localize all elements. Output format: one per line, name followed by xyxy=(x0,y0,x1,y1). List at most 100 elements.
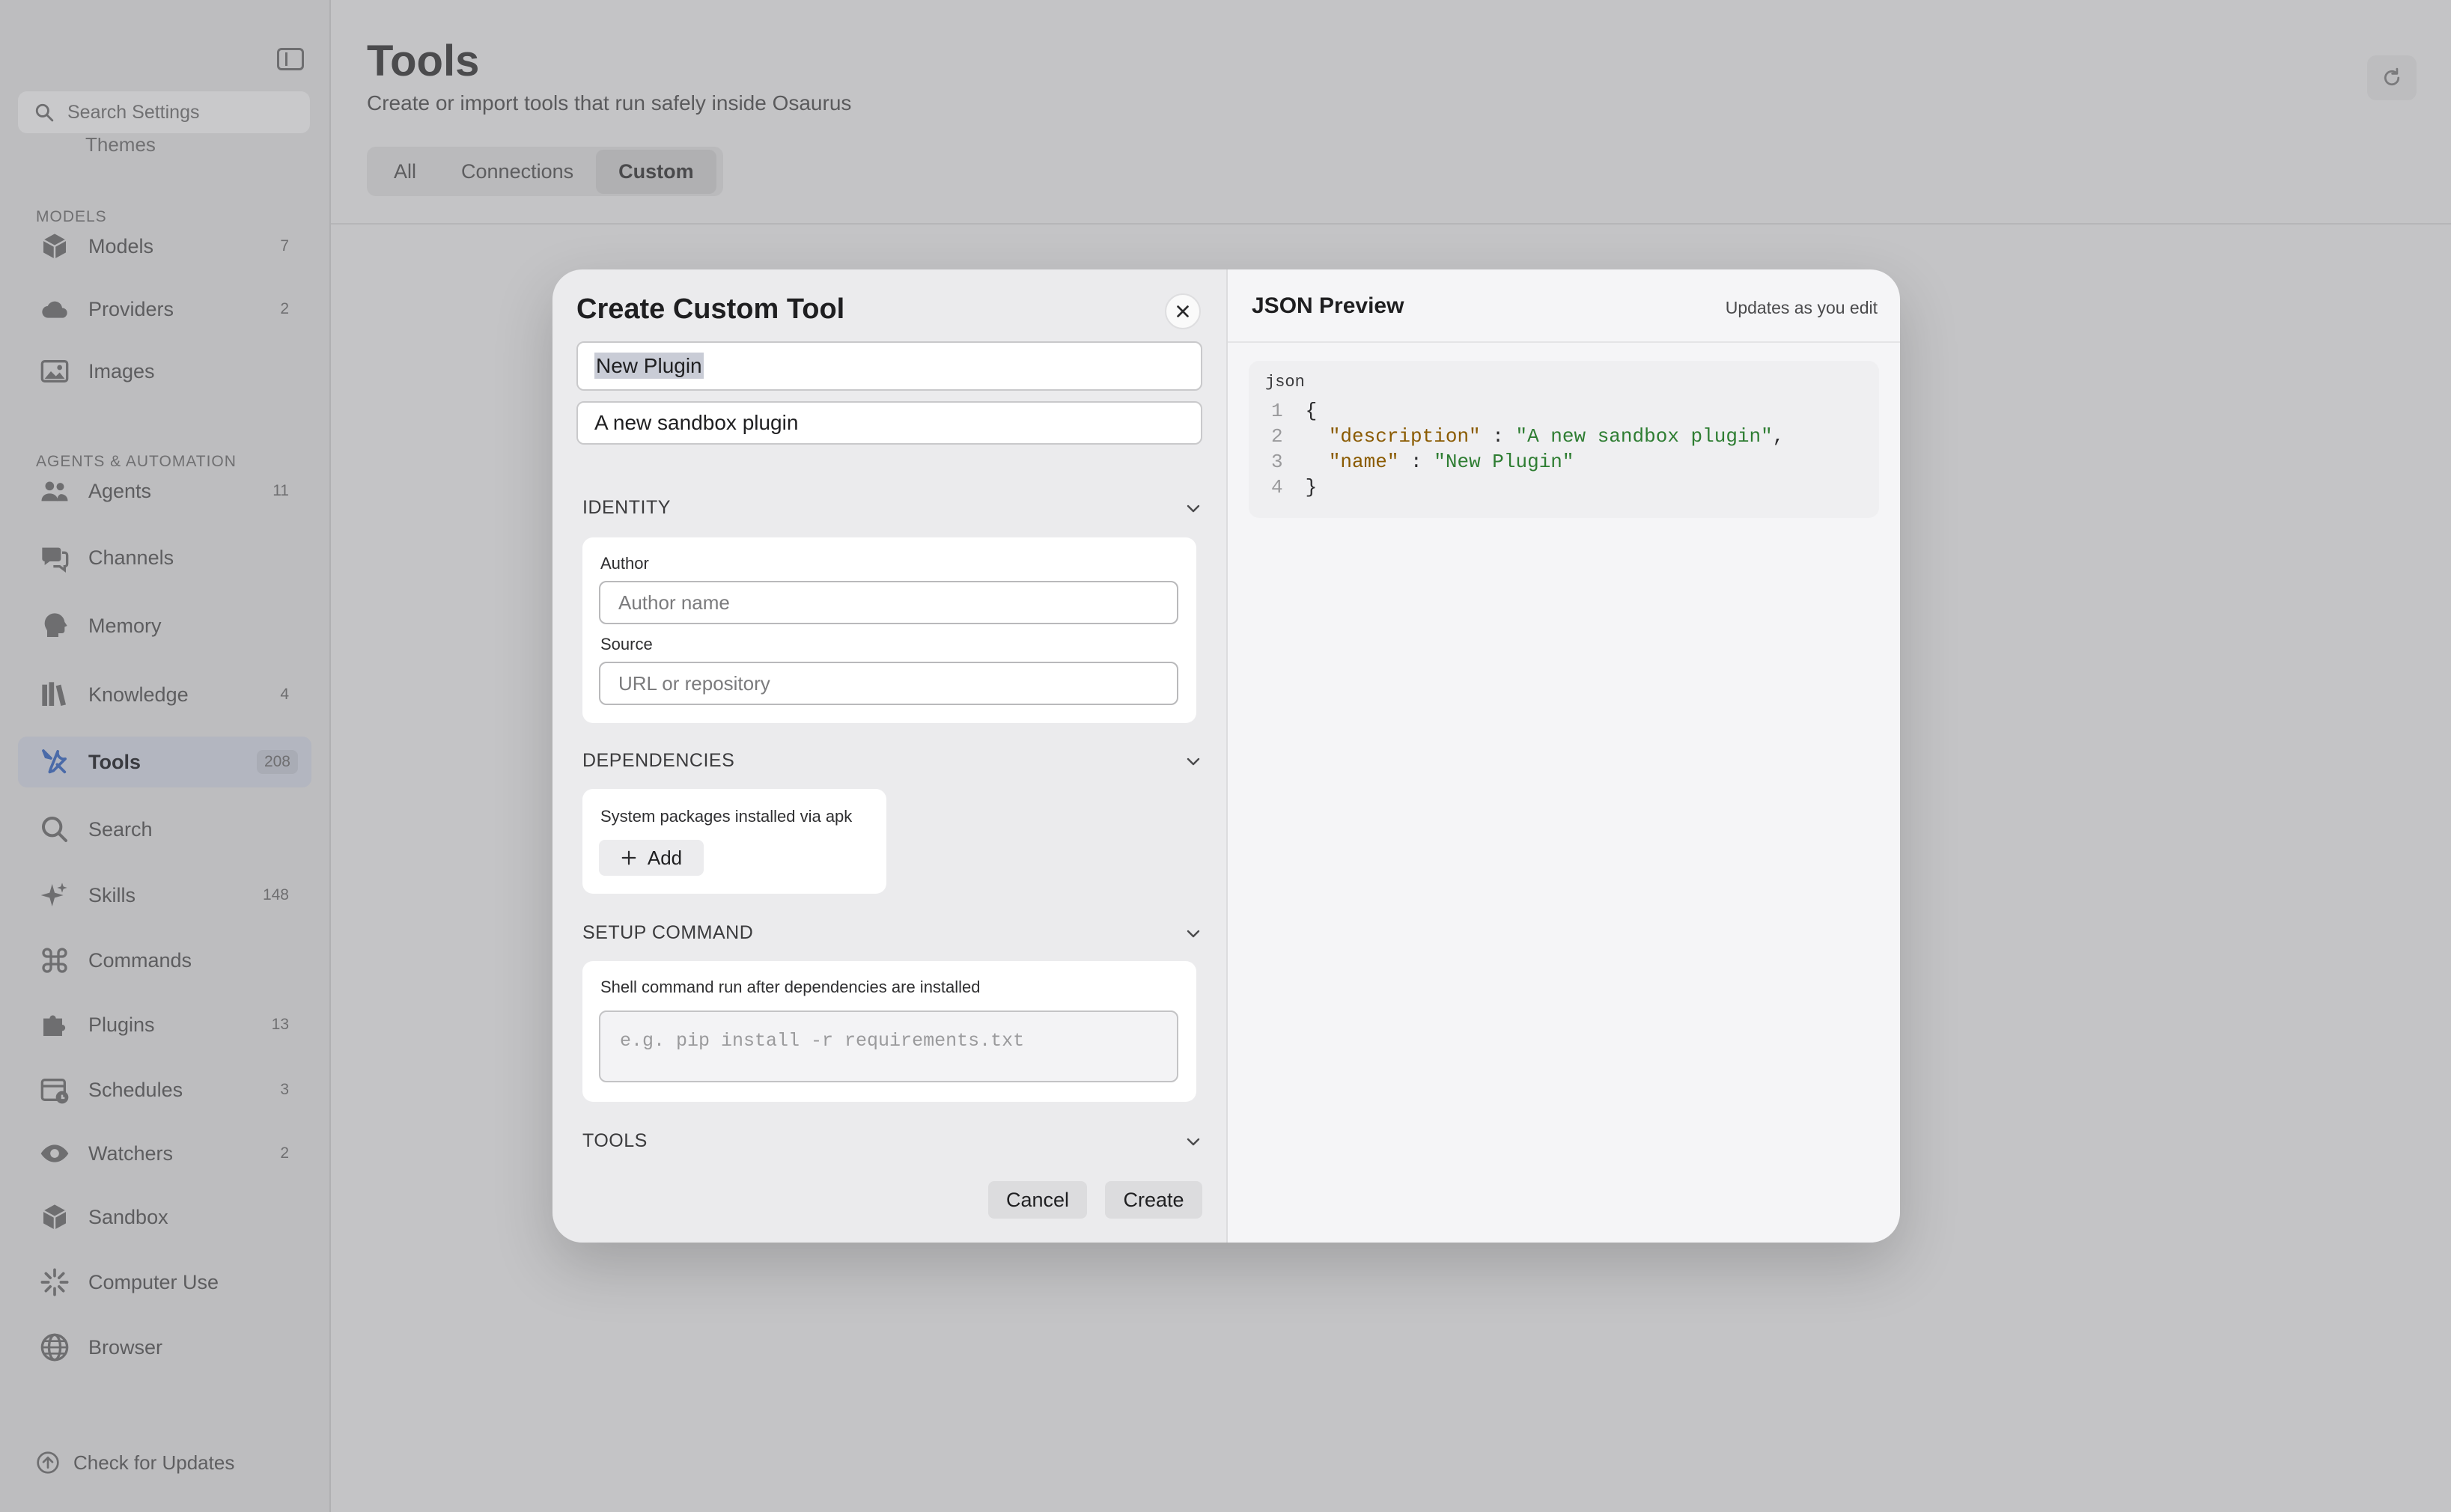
tab-all[interactable]: All xyxy=(371,150,439,194)
source-input[interactable]: URL or repository xyxy=(599,662,1178,705)
create-button[interactable]: Create xyxy=(1105,1181,1202,1219)
sidebar-item-search[interactable]: Search xyxy=(18,804,311,855)
brain-head-icon xyxy=(39,610,70,641)
setup-note: Shell command run after dependencies are… xyxy=(600,978,981,996)
preview-note: Updates as you edit xyxy=(1725,298,1878,317)
page-subtitle: Create or import tools that run safely i… xyxy=(367,91,852,115)
sidebar-item-label: Channels xyxy=(88,546,174,569)
sidebar-item-label: Skills xyxy=(88,883,136,906)
sidebar-item-label: Providers xyxy=(88,297,174,320)
sidebar-item-label: Commands xyxy=(88,948,192,972)
sidebar-item-count: 148 xyxy=(262,886,289,903)
json-preview-panel: JSON Preview Updates as you edit json 1 … xyxy=(1226,269,1900,1243)
cancel-button[interactable]: Cancel xyxy=(988,1181,1087,1219)
create-custom-tool-dialog: Create Custom Tool New Plugin A new sand… xyxy=(552,269,1900,1243)
eye-icon xyxy=(39,1138,70,1169)
close-icon xyxy=(1177,305,1189,317)
code-language-label: json xyxy=(1265,373,1305,391)
tool-form: Create Custom Tool New Plugin A new sand… xyxy=(552,269,1226,1243)
sidebar-item-count: 13 xyxy=(271,1016,289,1033)
setup-section-toggle[interactable]: SETUP COMMAND xyxy=(582,922,1202,944)
sidebar-item-label: Images xyxy=(88,359,155,382)
sidebar: Themes MODELS AGENTS & AUTOMATION Models… xyxy=(0,0,331,1512)
sidebar-item-label: Knowledge xyxy=(88,683,189,706)
sidebar-item-tools[interactable]: Tools 208 xyxy=(18,737,311,787)
sidebar-item-plugins[interactable]: Plugins 13 xyxy=(18,999,311,1050)
source-label: Source xyxy=(600,635,653,653)
sidebar-item-label: Plugins xyxy=(88,1013,155,1036)
sidebar-item-sandbox[interactable]: Sandbox xyxy=(18,1192,311,1243)
sidebar-item-count: 3 xyxy=(280,1081,289,1098)
sidebar-item-label: Memory xyxy=(88,614,162,637)
tab-custom[interactable]: Custom xyxy=(596,149,716,194)
sidebar-item-count: 4 xyxy=(280,686,289,703)
tool-description-field[interactable]: A new sandbox plugin xyxy=(576,401,1202,445)
sidebar-item-label: Models xyxy=(88,234,154,257)
sidebar-item-count: 208 xyxy=(256,750,298,774)
sidebar-item-providers[interactable]: Providers 2 xyxy=(18,284,311,335)
author-input[interactable]: Author name xyxy=(599,581,1178,624)
dependencies-card: System packages installed via apk Add xyxy=(582,789,886,894)
arrow-up-circle-icon xyxy=(37,1451,59,1474)
sidebar-item-models[interactable]: Models 7 xyxy=(18,221,311,272)
chat-bubbles-icon xyxy=(39,542,70,573)
globe-icon xyxy=(39,1332,70,1363)
refresh-button[interactable] xyxy=(2367,55,2417,100)
sidebar-item-channels[interactable]: Channels xyxy=(18,532,311,583)
search-icon xyxy=(35,103,54,122)
sidebar-item-count: 2 xyxy=(280,1144,289,1162)
settings-search[interactable] xyxy=(18,91,310,133)
sidebar-item-skills[interactable]: Skills 148 xyxy=(18,870,311,921)
sidebar-item-agents[interactable]: Agents 11 xyxy=(18,466,311,516)
sidebar-item-label: Sandbox xyxy=(88,1205,168,1228)
sparkles-icon xyxy=(39,880,70,911)
cloud-icon xyxy=(39,293,70,325)
tab-connections[interactable]: Connections xyxy=(439,150,596,194)
calendar-icon xyxy=(39,1074,70,1106)
chevron-down-icon xyxy=(1187,930,1200,937)
puzzle-icon xyxy=(39,1009,70,1040)
books-icon xyxy=(39,679,70,710)
code-line: 2 "description" : "A new sandbox plugin"… xyxy=(1271,425,1785,448)
chevron-down-icon xyxy=(1187,1138,1200,1145)
code-line: 4 } xyxy=(1271,476,1318,499)
chevron-down-icon xyxy=(1187,504,1200,512)
tools-section-toggle[interactable]: TOOLS xyxy=(582,1130,1202,1152)
people-icon xyxy=(39,475,70,507)
sidebar-item-images[interactable]: Images xyxy=(18,346,311,397)
sidebar-item-label: Watchers xyxy=(88,1141,174,1165)
sidebar-item-count: 2 xyxy=(280,300,289,317)
dialog-title: Create Custom Tool xyxy=(576,293,845,325)
tool-name-field[interactable]: New Plugin xyxy=(576,341,1202,391)
sidebar-item-themes[interactable]: Themes xyxy=(39,138,156,160)
identity-section-toggle[interactable]: IDENTITY xyxy=(582,497,1202,519)
code-line: 1 { xyxy=(1271,400,1318,422)
settings-search-input[interactable] xyxy=(67,101,307,124)
sidebar-item-memory[interactable]: Memory xyxy=(18,600,311,651)
setup-card: Shell command run after dependencies are… xyxy=(582,961,1196,1102)
sidebar-item-watchers[interactable]: Watchers 2 xyxy=(18,1128,311,1179)
preview-divider xyxy=(1228,341,1900,343)
sidebar-item-computer-use[interactable]: Computer Use xyxy=(18,1257,311,1308)
chevron-down-icon xyxy=(1187,757,1200,765)
setup-command-input[interactable]: e.g. pip install -r requirements.txt xyxy=(599,1010,1178,1082)
sidebar-item-label: Tools xyxy=(88,750,141,773)
magnifier-icon xyxy=(39,814,70,845)
sidebar-item-knowledge[interactable]: Knowledge 4 xyxy=(18,669,311,720)
sidebar-toggle-icon[interactable] xyxy=(277,48,304,70)
dependencies-section-toggle[interactable]: DEPENDENCIES xyxy=(582,750,1202,772)
page-title: Tools xyxy=(367,37,480,85)
close-dialog-button[interactable] xyxy=(1165,293,1201,329)
check-updates-button[interactable]: Check for Updates xyxy=(36,1451,234,1475)
sidebar-item-label: Computer Use xyxy=(88,1270,219,1293)
author-label: Author xyxy=(600,554,649,573)
dependencies-note: System packages installed via apk xyxy=(600,807,853,826)
sidebar-item-browser[interactable]: Browser xyxy=(18,1322,311,1373)
sidebar-item-schedules[interactable]: Schedules 3 xyxy=(18,1064,311,1115)
sidebar-item-label: Schedules xyxy=(88,1078,183,1101)
code-line: 3 "name" : "New Plugin" xyxy=(1271,451,1574,473)
sidebar-item-commands[interactable]: Commands xyxy=(18,935,311,986)
sidebar-item-label: Search xyxy=(88,817,153,841)
add-dependency-button[interactable]: Add xyxy=(599,840,704,876)
sidebar-item-count: 7 xyxy=(280,237,289,254)
